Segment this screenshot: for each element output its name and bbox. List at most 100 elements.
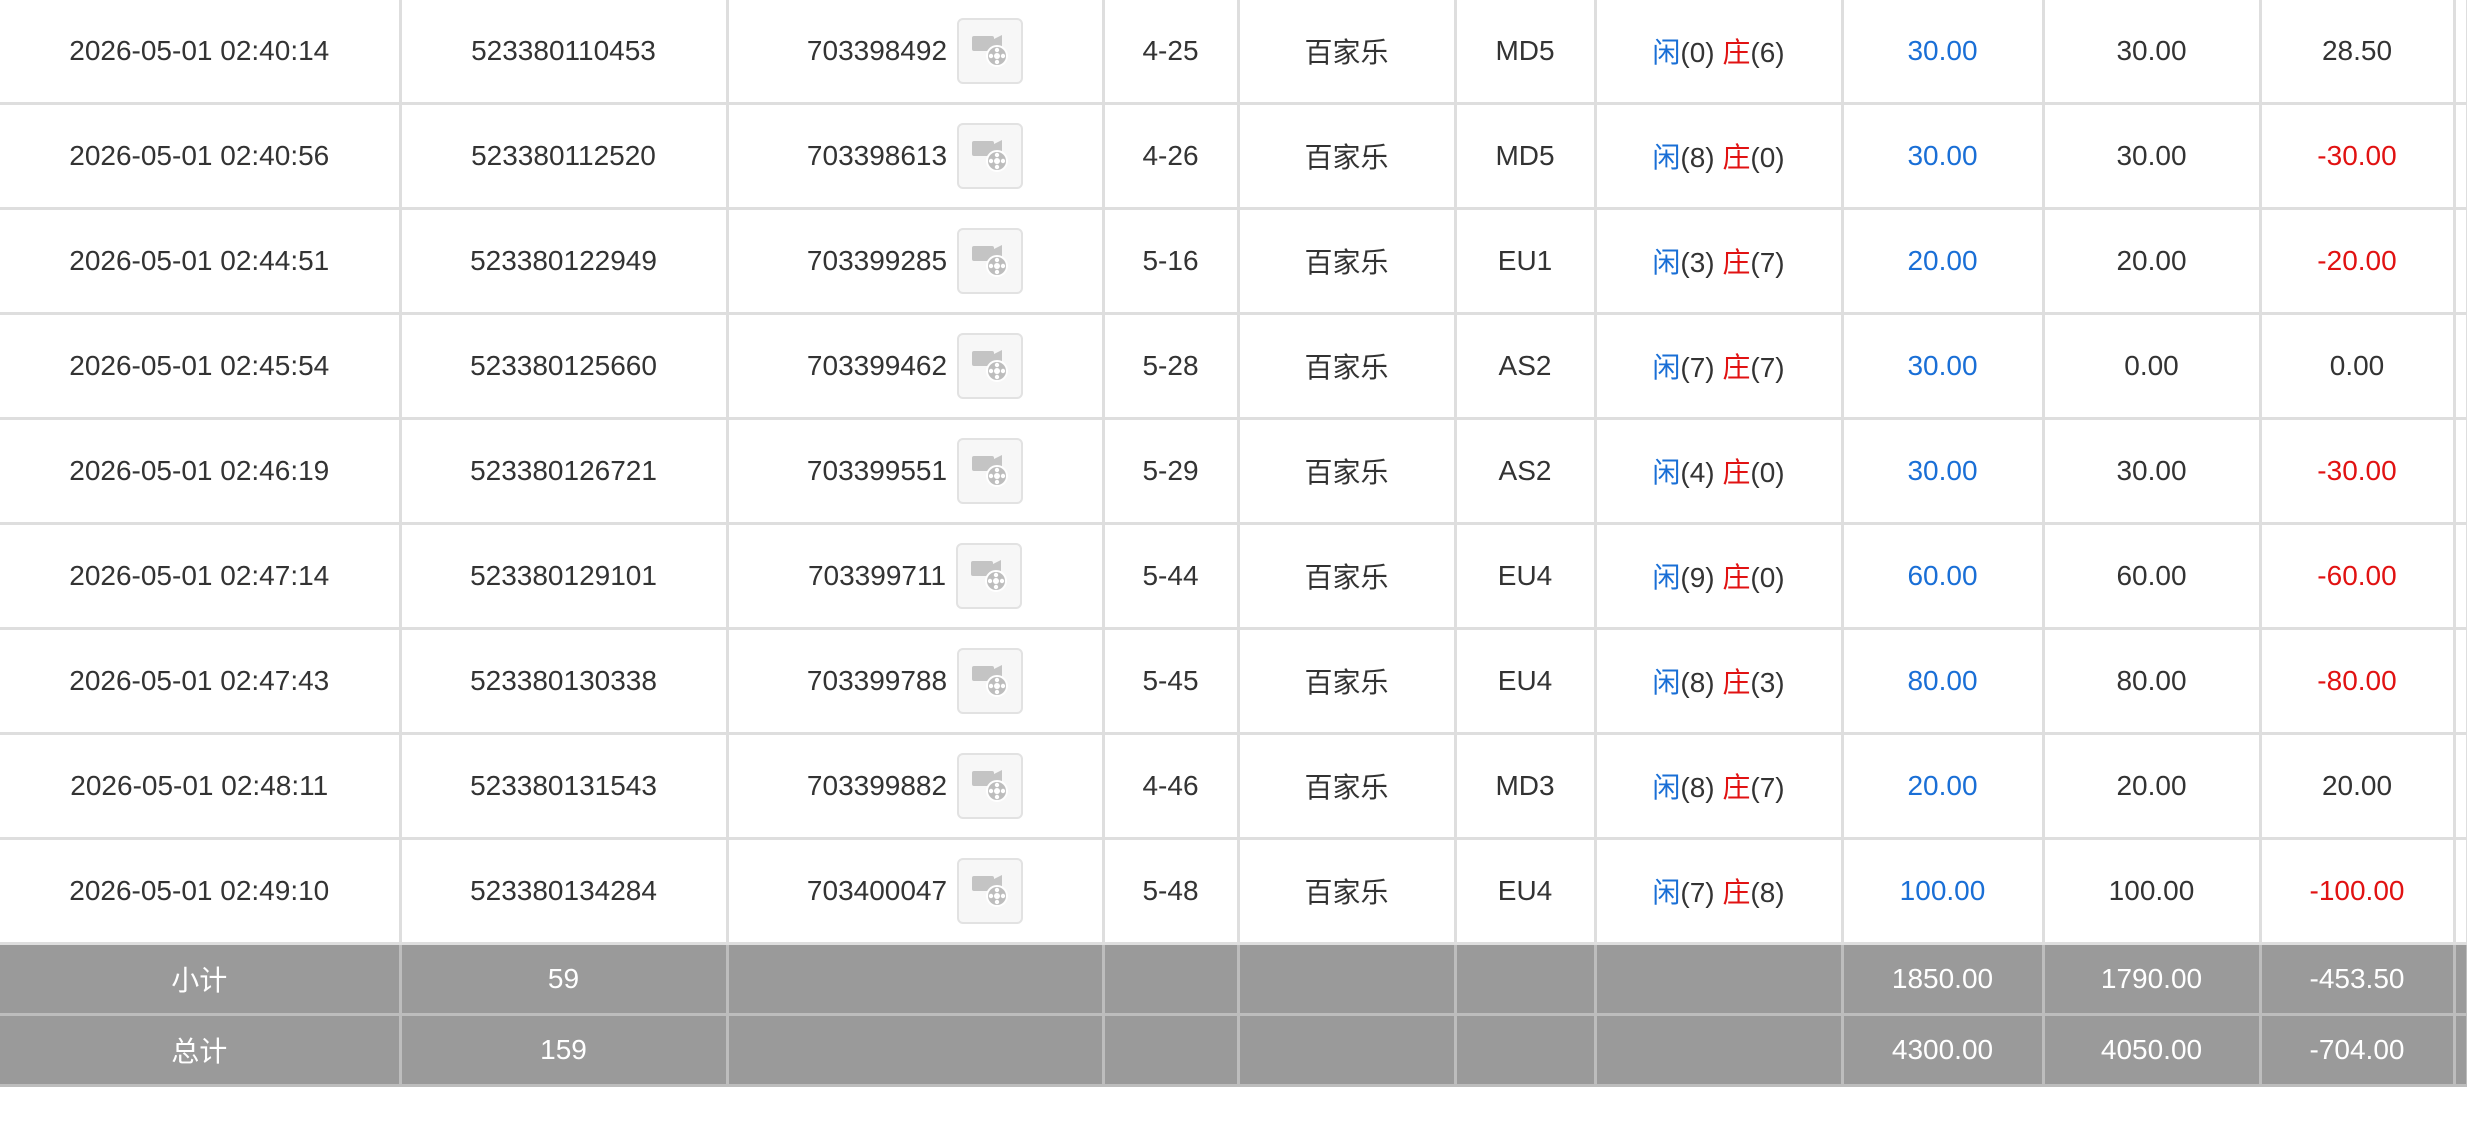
round-wrap: 703399285 (806, 228, 1024, 294)
bet-records-panel: 2026-05-01 02:40:14 523380110453 703398492… (0, 0, 2467, 1130)
valid-amount: 0.00 (2041, 312, 2262, 420)
banker-points: (7) (1750, 772, 1785, 803)
banker-points: (0) (1750, 457, 1785, 488)
bet-time: 2026-05-01 02:40:56 (0, 102, 402, 210)
round-number: 703400047 (806, 875, 948, 906)
table-row: 2026-05-01 02:40:56 523380112520 703398613… (0, 102, 2467, 210)
banker-label: 庄 (1722, 352, 1751, 383)
video-replay-button[interactable] (957, 753, 1024, 819)
video-replay-button[interactable] (957, 333, 1024, 399)
bet-id: 523380126721 (398, 417, 729, 525)
table-number: 5-28 (1101, 312, 1240, 420)
round-wrap: 703400047 (806, 858, 1024, 924)
round-wrap: 703399551 (806, 438, 1024, 504)
player-label: 闲 (1652, 142, 1681, 173)
row-edge (2452, 732, 2467, 840)
banker-points: (6) (1750, 37, 1785, 68)
table-row: 2026-05-01 02:47:14 523380129101 703399711… (0, 522, 2467, 630)
video-replay-button[interactable] (957, 123, 1024, 189)
banker-points: (7) (1750, 352, 1785, 383)
round-wrap: 703399711 (807, 543, 1023, 609)
table-number: 5-29 (1101, 417, 1240, 525)
table-row: 2026-05-01 02:48:11 523380131543 703399882… (0, 732, 2467, 840)
video-replay-button[interactable] (957, 648, 1024, 714)
table-number: 4-25 (1101, 0, 1240, 105)
video-replay-icon (968, 866, 1012, 917)
bet-time: 2026-05-01 02:44:51 (0, 207, 402, 315)
bet-time: 2026-05-01 02:46:19 (0, 417, 402, 525)
player-points: (0) (1680, 37, 1715, 68)
round-cell: 703399285 (725, 207, 1105, 315)
subtotal-empty (2452, 942, 2467, 1016)
round-number: 703399711 (807, 560, 947, 591)
round-cell: 703398492 (725, 0, 1105, 105)
round-cell: 703400047 (725, 837, 1105, 945)
banker-points: (7) (1750, 247, 1785, 278)
subtotal-label: 小计 (0, 942, 402, 1016)
player-points: (7) (1680, 352, 1715, 383)
table-row: 2026-05-01 02:46:19 523380126721 703399551… (0, 417, 2467, 525)
game-type: 百家乐 (1236, 207, 1457, 315)
bet-amount: 100.00 (1840, 837, 2045, 945)
total-bet: 4300.00 (1840, 1013, 2045, 1087)
video-replay-button[interactable] (957, 438, 1024, 504)
row-edge (2452, 207, 2467, 315)
video-replay-icon (968, 656, 1012, 707)
video-replay-icon (967, 551, 1011, 602)
valid-amount: 80.00 (2041, 627, 2262, 735)
bet-id: 523380110453 (398, 0, 729, 105)
row-edge (2452, 627, 2467, 735)
round-number: 703399462 (806, 350, 948, 381)
table-row: 2026-05-01 02:47:43 523380130338 703399788… (0, 627, 2467, 735)
subtotal-empty (1453, 942, 1597, 1016)
bet-amount: 60.00 (1840, 522, 2045, 630)
win-loss-amount: -30.00 (2258, 417, 2456, 525)
total-empty (1101, 1013, 1240, 1087)
hall-code: EU4 (1453, 837, 1597, 945)
valid-amount: 20.00 (2041, 732, 2262, 840)
bet-time: 2026-05-01 02:47:43 (0, 627, 402, 735)
total-row: 总计 159 4300.00 4050.00 -704.00 (0, 1013, 2467, 1087)
row-edge (2452, 837, 2467, 945)
video-replay-button[interactable] (957, 858, 1024, 924)
table-number: 5-16 (1101, 207, 1240, 315)
total-empty (1453, 1013, 1597, 1087)
table-number: 4-26 (1101, 102, 1240, 210)
round-number: 703399551 (806, 455, 948, 486)
video-replay-icon (968, 131, 1012, 182)
subtotal-empty (725, 942, 1105, 1016)
subtotal-count: 59 (398, 942, 729, 1016)
banker-label: 庄 (1722, 247, 1751, 278)
subtotal-empty (1236, 942, 1457, 1016)
total-count: 159 (398, 1013, 729, 1087)
hall-code: MD3 (1453, 732, 1597, 840)
win-loss-amount: -80.00 (2258, 627, 2456, 735)
player-label: 闲 (1652, 562, 1681, 593)
row-edge (2452, 522, 2467, 630)
round-number: 703399285 (806, 245, 948, 276)
video-replay-button[interactable] (957, 228, 1024, 294)
player-label: 闲 (1652, 352, 1681, 383)
banker-points: (3) (1750, 667, 1785, 698)
video-replay-icon (968, 446, 1012, 497)
game-type: 百家乐 (1236, 837, 1457, 945)
video-replay-icon (968, 341, 1012, 392)
player-points: (8) (1680, 772, 1715, 803)
round-cell: 703398613 (725, 102, 1105, 210)
bet-time: 2026-05-01 02:48:11 (0, 732, 402, 840)
table-number: 5-48 (1101, 837, 1240, 945)
banker-points: (0) (1750, 142, 1785, 173)
bet-id: 523380122949 (398, 207, 729, 315)
table-number: 5-44 (1101, 522, 1240, 630)
subtotal-valid: 1790.00 (2041, 942, 2262, 1016)
player-points: (3) (1680, 247, 1715, 278)
bet-id: 523380112520 (398, 102, 729, 210)
player-label: 闲 (1652, 247, 1681, 278)
total-empty (1593, 1013, 1844, 1087)
bet-time: 2026-05-01 02:40:14 (0, 0, 402, 105)
video-replay-button[interactable] (956, 543, 1023, 609)
video-replay-button[interactable] (957, 18, 1024, 84)
banker-label: 庄 (1722, 562, 1751, 593)
round-number: 703398492 (806, 35, 948, 66)
result-cards: 闲(0) 庄(6) (1593, 0, 1844, 105)
